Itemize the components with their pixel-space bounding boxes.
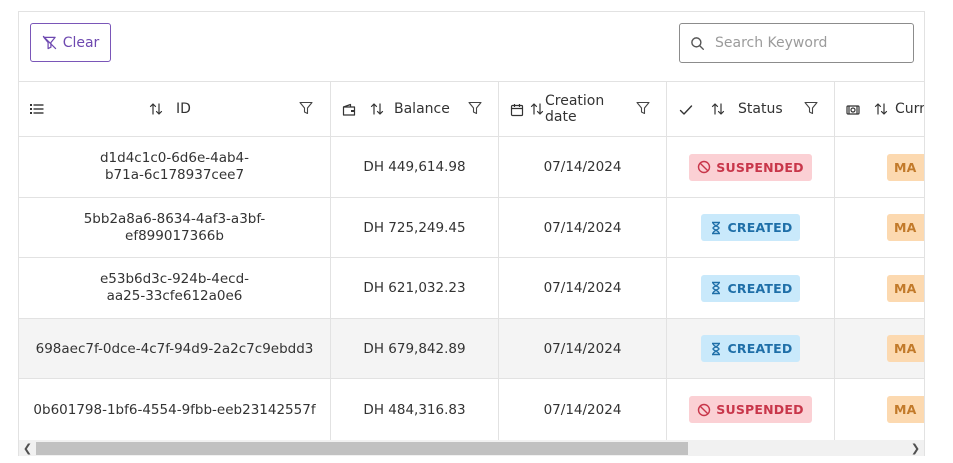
cell-id: d1d4c1c0-6d6e-4ab4- b71a-6c178937cee7 — [19, 137, 330, 198]
cell-date: 07/14/2024 — [499, 137, 666, 198]
cell-date: 07/14/2024 — [499, 198, 666, 258]
currency-badge: MA — [887, 153, 924, 181]
wallet-icon — [342, 103, 356, 117]
sort-icon[interactable] — [149, 102, 163, 116]
cell-balance: DH 449,614.98 — [331, 137, 498, 198]
ban-icon — [698, 160, 711, 174]
banknote-icon — [846, 103, 860, 117]
column-header-status[interactable]: Status — [738, 101, 783, 117]
search-icon — [691, 36, 705, 50]
hourglass-icon — [711, 221, 720, 234]
hourglass-icon — [711, 342, 720, 355]
header-row: ID Balance Creation date Status Curr — [19, 81, 924, 137]
currency-badge: MA — [887, 335, 924, 362]
calendar-icon — [510, 103, 524, 117]
cell-balance: DH 484,316.83 — [363, 401, 466, 418]
horizontal-scrollbar[interactable]: ❮ ❯ — [19, 440, 924, 456]
cell-currency: MA — [835, 198, 924, 258]
cell-date: 07/14/2024 — [499, 258, 666, 319]
filter-clear-icon — [42, 35, 56, 50]
column-header-balance[interactable]: Balance — [394, 101, 450, 117]
cell-id-line2: aa25-33cfe612a0e6 — [106, 288, 243, 304]
sort-icon[interactable] — [370, 102, 384, 116]
cell-id-line2: b71a-6c178937cee7 — [104, 167, 245, 183]
status-badge: SUSPENDED — [689, 153, 812, 181]
scroll-right-arrow-icon[interactable]: ❯ — [907, 440, 924, 456]
cell-id-line1: 5bb2a8a6-8634-4af3-a3bf- — [83, 210, 266, 227]
clear-button-label: Clear — [62, 34, 100, 51]
cell-id-line1: e53b6d3c-924b-4ecd- — [99, 271, 250, 287]
cell-id: 0b601798-1bf6-4554-9fbb-eeb23142557f — [33, 401, 316, 418]
scrollbar-thumb[interactable] — [36, 442, 688, 455]
cell-date: 07/14/2024 — [543, 401, 622, 418]
sort-icon[interactable] — [874, 102, 888, 116]
column-header-creation-date-line1: Creation — [545, 93, 605, 109]
currency-badge: MA — [887, 396, 924, 423]
cell-balance: DH 621,032.23 — [331, 258, 498, 319]
check-icon — [679, 103, 693, 117]
cell-status: SUSPENDED — [667, 137, 834, 198]
cell-id: 5bb2a8a6-8634-4af3-a3bf- ef899017366b — [19, 198, 330, 258]
column-header-creation-date-line2: date — [545, 109, 577, 125]
cell-status: CREATED — [667, 319, 834, 379]
cell-currency: MA — [835, 319, 924, 379]
status-badge: CREATED — [700, 335, 801, 362]
column-header-currency[interactable]: Curr — [895, 101, 924, 117]
cell-status: SUSPENDED — [667, 379, 834, 440]
cell-id: e53b6d3c-924b-4ecd- aa25-33cfe612a0e6 — [19, 258, 330, 319]
cell-currency: MA — [835, 137, 924, 198]
list-icon — [30, 102, 44, 116]
status-badge: CREATED — [700, 274, 801, 302]
column-header-id[interactable]: ID — [176, 101, 191, 117]
filter-icon[interactable] — [468, 101, 482, 115]
search-box[interactable] — [679, 23, 914, 63]
column-header-creation-date[interactable]: Creation date — [545, 93, 615, 125]
ban-icon — [698, 403, 711, 416]
search-input[interactable] — [713, 34, 907, 52]
filter-icon[interactable] — [299, 101, 313, 115]
cell-currency: MA — [835, 258, 924, 319]
status-badge-label: CREATED — [727, 341, 793, 356]
currency-badge: MA — [887, 274, 924, 302]
sort-icon[interactable] — [530, 102, 544, 116]
hourglass-icon — [711, 281, 720, 295]
table-toolbar: Clear — [19, 12, 924, 81]
status-badge-label: SUSPENDED — [716, 159, 804, 175]
clear-filters-button[interactable]: Clear — [30, 23, 111, 62]
scroll-left-arrow-icon[interactable]: ❮ — [19, 440, 36, 456]
status-badge-label: CREATED — [727, 220, 793, 235]
cell-status: CREATED — [667, 198, 834, 258]
sort-icon[interactable] — [711, 102, 725, 116]
cell-currency: MA — [835, 379, 924, 440]
data-table-panel: Clear ID — [18, 11, 925, 456]
cell-balance: DH 679,842.89 — [331, 319, 498, 379]
currency-badge: MA — [887, 214, 924, 241]
status-badge-label: CREATED — [727, 280, 793, 296]
status-badge: CREATED — [700, 214, 801, 241]
cell-date: 07/14/2024 — [499, 319, 666, 379]
cell-id-line1: d1d4c1c0-6d6e-4ab4- — [99, 150, 250, 166]
status-badge: SUSPENDED — [689, 396, 812, 423]
filter-icon[interactable] — [804, 101, 818, 115]
cell-balance: DH 725,249.45 — [331, 198, 498, 258]
cell-status: CREATED — [667, 258, 834, 319]
cell-id: 698aec7f-0dce-4c7f-94d9-2a2c7c9ebdd3 — [19, 319, 330, 379]
filter-icon[interactable] — [636, 101, 650, 115]
status-badge-label: SUSPENDED — [716, 402, 804, 417]
cell-id-line2: ef899017366b — [125, 227, 224, 244]
